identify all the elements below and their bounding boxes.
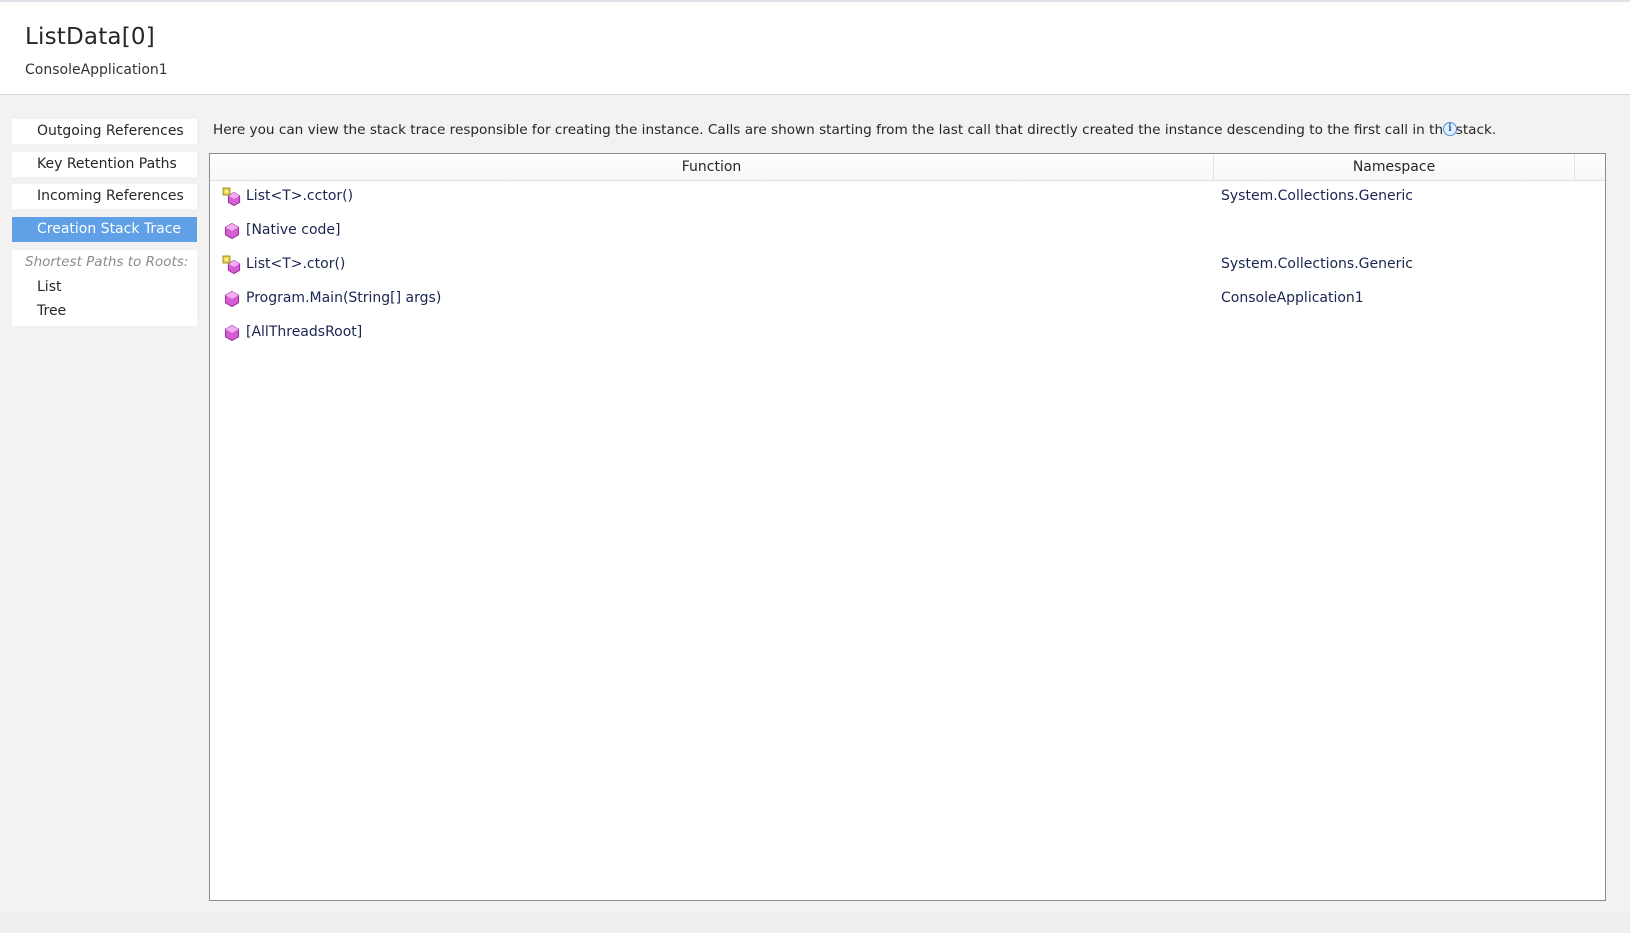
sidebar-item-label: Creation Stack Trace: [37, 221, 182, 237]
bottom-band: [0, 913, 1630, 933]
sidebar-item-key-retention-paths[interactable]: Key Retention Paths: [12, 152, 197, 177]
info-icon[interactable]: i: [1443, 122, 1457, 136]
function-cell: [AllThreadsRoot]: [246, 324, 363, 340]
table-row[interactable]: List<T>.cctor() System.Collections.Generi…: [210, 182, 1605, 212]
shortest-paths-label: Shortest Paths to Roots:: [25, 254, 189, 270]
method-icon: [222, 323, 242, 343]
sidebar-item-creation-stack-trace[interactable]: Creation Stack Trace: [12, 217, 197, 242]
page-header: ListData[0] ConsoleApplication1: [0, 2, 1630, 95]
stack-trace-grid: Function Namespace List<T>.cctor() System…: [209, 153, 1606, 901]
table-row[interactable]: [AllThreadsRoot]: [210, 318, 1605, 348]
page-title: ListData[0]: [25, 24, 155, 50]
roots-link-tree[interactable]: Tree: [37, 303, 66, 319]
function-cell: [Native code]: [246, 222, 341, 238]
sidebar-item-label: Incoming References: [37, 188, 184, 204]
page-subtitle: ConsoleApplication1: [25, 62, 168, 78]
column-header-filler: [1575, 154, 1605, 180]
sidebar-item-label: Key Retention Paths: [37, 156, 177, 172]
table-row[interactable]: List<T>.ctor() System.Collections.Generic: [210, 250, 1605, 280]
roots-link-list[interactable]: List: [37, 279, 61, 295]
column-header-namespace[interactable]: Namespace: [1214, 154, 1575, 180]
namespace-cell: System.Collections.Generic: [1221, 188, 1413, 204]
sidebar-item-label: Outgoing References: [37, 123, 184, 139]
sidebar-item-outgoing-references[interactable]: Outgoing References: [12, 119, 197, 144]
function-cell: List<T>.cctor(): [246, 188, 354, 204]
table-row[interactable]: Program.Main(String[] args) ConsoleApplic…: [210, 284, 1605, 314]
grid-header: Function Namespace: [210, 154, 1605, 181]
column-header-function[interactable]: Function: [210, 154, 1214, 180]
description-text: Here you can view the stack trace respon…: [213, 122, 1497, 138]
function-cell: List<T>.ctor(): [246, 256, 346, 272]
namespace-cell: System.Collections.Generic: [1221, 256, 1413, 272]
static-method-icon: [222, 255, 242, 275]
namespace-cell: ConsoleApplication1: [1221, 290, 1364, 306]
method-icon: [222, 221, 242, 241]
method-icon: [222, 289, 242, 309]
sidebar-item-incoming-references[interactable]: Incoming References: [12, 184, 197, 209]
static-method-icon: [222, 187, 242, 207]
function-cell: Program.Main(String[] args): [246, 290, 442, 306]
shortest-paths-section: Shortest Paths to Roots: List Tree: [12, 250, 197, 326]
table-row[interactable]: [Native code]: [210, 216, 1605, 246]
